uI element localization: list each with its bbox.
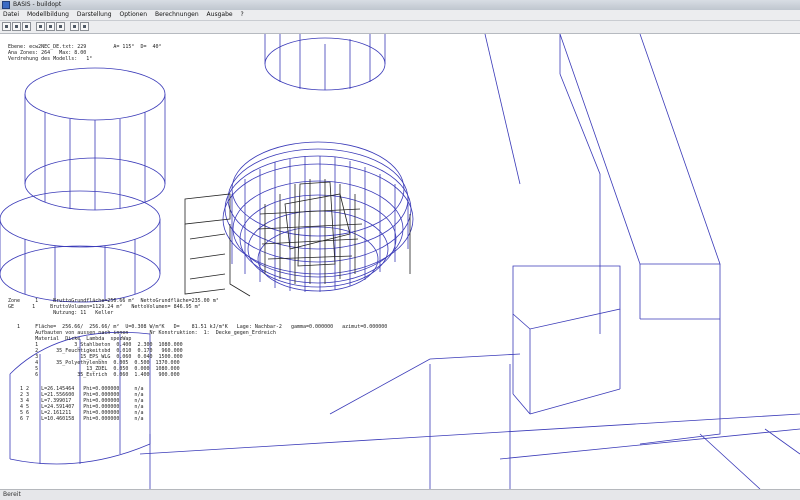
oval-building-blue: [222, 141, 414, 292]
model-info-line-3: Verdrehung des Modells: 1°: [8, 56, 93, 62]
help-icon[interactable]: [80, 22, 89, 31]
material-row: 6 35_Estrich 0.060 1.400 900.000: [8, 372, 180, 378]
status-bar: Bereit: [0, 489, 800, 500]
menu-modellbildung[interactable]: Modellbildung: [24, 10, 72, 20]
status-text: Bereit: [3, 491, 21, 498]
model-viewport[interactable]: Ebene: ecw2NEC_DE.txt: 229 A= 115° D= 40…: [0, 34, 800, 489]
cylinder-building-3: [0, 190, 161, 303]
zone-line-3: Nutzung: 11 Keller: [8, 310, 114, 316]
menu-datei[interactable]: Datei: [0, 10, 22, 20]
ground-lines: [139, 353, 800, 489]
menu-berechnungen[interactable]: Berechnungen: [152, 10, 202, 20]
edge-row: 6 7 L=10.460158 Phi=0.000000 n/a: [8, 416, 144, 422]
save-icon[interactable]: [22, 22, 31, 31]
cylinder-building-1: [24, 67, 166, 211]
menu-bar: Datei Modellbildung Darstellung Optionen…: [0, 10, 800, 21]
app-icon: [2, 1, 10, 9]
menu-optionen[interactable]: Optionen: [117, 10, 151, 20]
menu-ausgabe[interactable]: Ausgabe: [204, 10, 236, 20]
paste-icon[interactable]: [56, 22, 65, 31]
copy-icon[interactable]: [46, 22, 55, 31]
menu-darstellung[interactable]: Darstellung: [74, 10, 115, 20]
print-icon[interactable]: [70, 22, 79, 31]
window-title: BASIS - buildopt: [13, 1, 62, 8]
toolbar: [0, 21, 800, 34]
cut-icon[interactable]: [36, 22, 45, 31]
new-file-icon[interactable]: [2, 22, 11, 31]
menu-help[interactable]: ?: [238, 10, 247, 20]
open-folder-icon[interactable]: [12, 22, 21, 31]
cylinder-building-2: [264, 34, 386, 91]
right-building: [484, 34, 721, 445]
